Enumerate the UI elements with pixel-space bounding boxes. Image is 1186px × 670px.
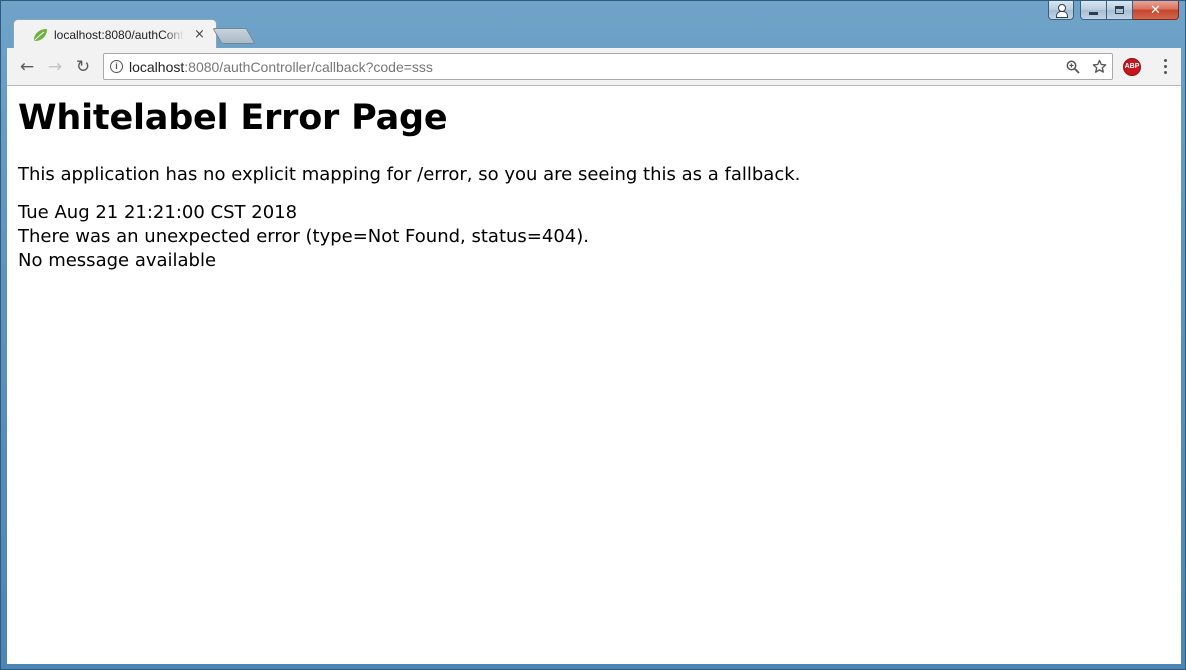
browser-toolbar: ← → ↻ i localhost:8080/authController/ca…: [7, 48, 1181, 86]
user-profile-button[interactable]: [1048, 1, 1074, 20]
site-info-icon[interactable]: i: [110, 60, 123, 73]
error-status-line: There was an unexpected error (type=Not …: [18, 226, 589, 247]
maximize-icon: [1115, 6, 1124, 14]
adblock-plus-icon[interactable]: ABP: [1123, 57, 1141, 76]
minimize-button[interactable]: [1080, 1, 1107, 20]
minimize-icon: [1089, 11, 1098, 15]
browser-menu-icon[interactable]: [1155, 55, 1175, 79]
reload-button[interactable]: ↻: [69, 53, 97, 81]
tab-title: localhost:8080/authController/callback?c…: [54, 27, 184, 42]
error-message: No message available: [18, 250, 217, 271]
close-window-button[interactable]: ✕: [1133, 1, 1179, 20]
close-icon: ✕: [1150, 2, 1161, 18]
star-icon[interactable]: [1086, 55, 1112, 79]
menu-dot: [1163, 71, 1167, 74]
page-content: Whitelabel Error Page This application h…: [7, 86, 1181, 664]
error-details: Tue Aug 21 21:21:00 CST 2018 There was a…: [18, 201, 1170, 273]
omnibox-actions: [1060, 55, 1112, 79]
page-title: Whitelabel Error Page: [18, 98, 448, 138]
browser-window: ✕ localhost:8080/authController/callback…: [0, 0, 1186, 670]
user-icon: [1055, 4, 1068, 18]
url-host: localhost: [129, 58, 185, 75]
url-text[interactable]: localhost:8080/authController/callback?c…: [129, 59, 433, 75]
maximize-button[interactable]: [1107, 1, 1133, 20]
spring-leaf-icon: [34, 28, 47, 41]
address-bar[interactable]: i localhost:8080/authController/callback…: [103, 53, 1113, 80]
url-path: :8080/authController/callback?code=sss: [184, 58, 433, 75]
new-tab-button[interactable]: [212, 28, 256, 44]
tab-close-icon[interactable]: ×: [194, 27, 205, 42]
back-button[interactable]: ←: [13, 53, 41, 81]
forward-button[interactable]: →: [41, 53, 69, 81]
error-description: This application has no explicit mapping…: [18, 164, 801, 185]
browser-tab[interactable]: localhost:8080/authController/callback?c…: [13, 19, 217, 49]
menu-dot: [1163, 59, 1167, 62]
menu-dot: [1163, 65, 1167, 68]
error-timestamp: Tue Aug 21 21:21:00 CST 2018: [18, 202, 298, 223]
window-controls: ✕: [1048, 1, 1179, 21]
zoom-icon[interactable]: [1060, 55, 1086, 79]
